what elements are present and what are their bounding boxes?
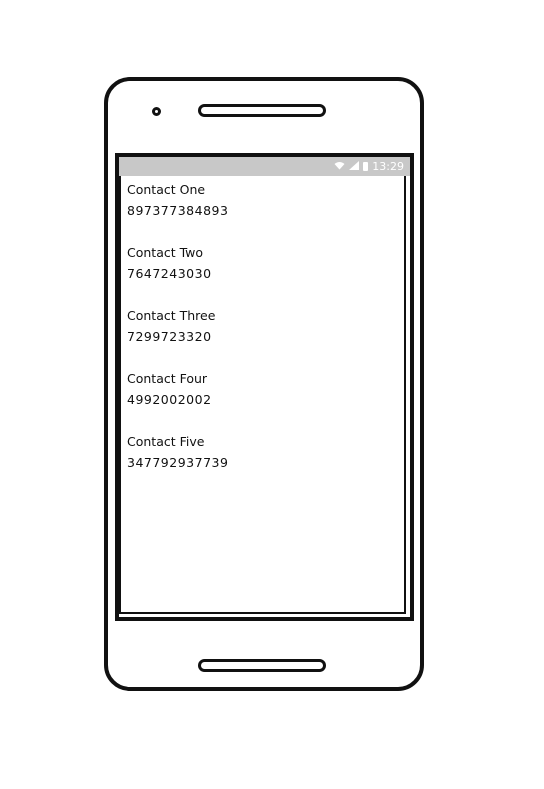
- status-bar: 13:29: [119, 157, 410, 176]
- list-item[interactable]: Contact Two 7647243030: [127, 246, 228, 309]
- signal-icon: [349, 160, 360, 173]
- list-item[interactable]: Contact Four 4992002002: [127, 372, 228, 435]
- contact-name: Contact One: [127, 182, 206, 197]
- contact-name: Contact Three: [127, 308, 216, 323]
- bottom-speaker: [198, 659, 326, 672]
- contact-name: Contact Five: [127, 434, 205, 449]
- contact-phone: 4992002002: [127, 392, 212, 407]
- contact-phone: 7299723320: [127, 329, 212, 344]
- list-item[interactable]: Contact Three 7299723320: [127, 309, 228, 372]
- contact-list: Contact One 897377384893 Contact Two 764…: [127, 183, 228, 498]
- list-item[interactable]: Contact Five 347792937739: [127, 435, 228, 498]
- contact-name: Contact Four: [127, 371, 208, 386]
- status-time: 13:29: [372, 160, 404, 173]
- contact-phone: 7647243030: [127, 266, 212, 281]
- battery-icon: [363, 162, 369, 171]
- contact-phone: 347792937739: [127, 455, 229, 470]
- list-item[interactable]: Contact One 897377384893: [127, 183, 228, 246]
- contacts-screen: Contact One 897377384893 Contact Two 764…: [119, 176, 406, 614]
- wifi-icon: [334, 161, 345, 173]
- contact-phone: 897377384893: [127, 203, 229, 218]
- earpiece-speaker: [198, 104, 326, 117]
- camera-icon: [152, 107, 161, 116]
- contact-name: Contact Two: [127, 245, 204, 260]
